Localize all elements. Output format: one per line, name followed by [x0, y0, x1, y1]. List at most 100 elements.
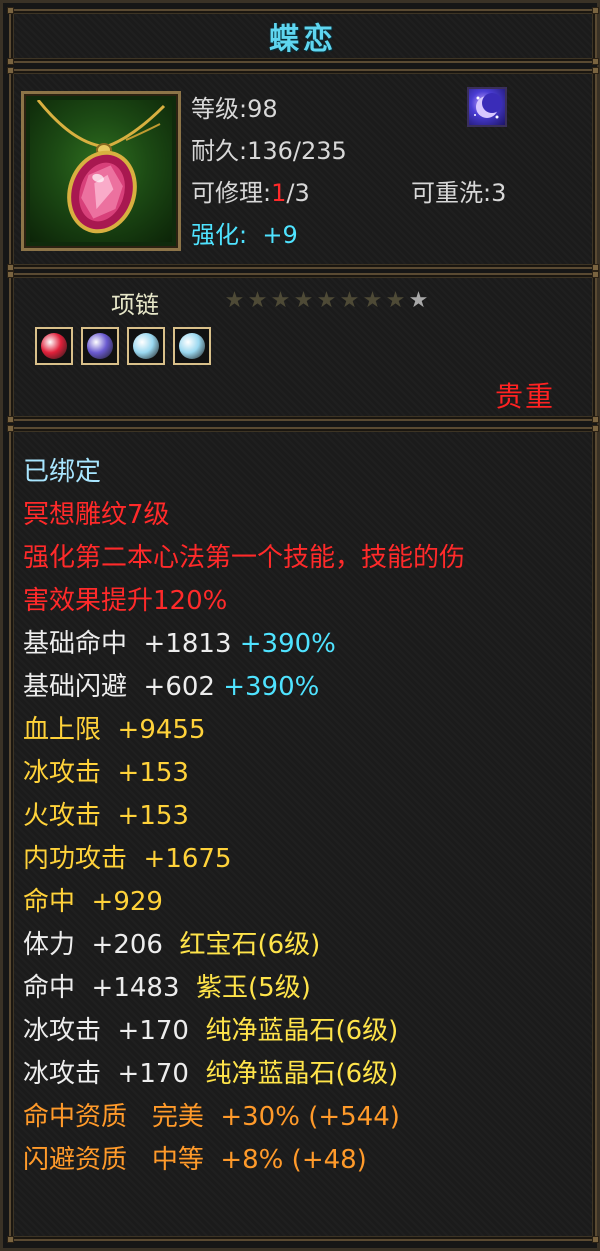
gem-stone [179, 333, 205, 359]
stat-value: +153 [117, 801, 189, 831]
rewash-row: 可重洗:3 [411, 179, 507, 207]
item-type: 项链 [111, 291, 159, 319]
star-icon: ★ [339, 288, 360, 313]
gem-stat-row: 体力 +206 红宝石(6级) [23, 924, 589, 967]
gem-stat-label: 冰攻击 [23, 1059, 102, 1089]
stat-label: 血上限 [23, 715, 102, 745]
rewash-label: 可重洗 [411, 179, 483, 207]
gem-stat-value: +206 [91, 930, 163, 960]
stat-row: 命中 +929 [23, 881, 589, 924]
level-row: 等级:98 [191, 95, 278, 123]
stat-row: 基础命中 +1813 +390% [23, 623, 589, 666]
gem-stat-value: +1483 [91, 973, 180, 1003]
blue-crystal-gem-icon[interactable] [127, 327, 165, 365]
effect-line-2: 害效果提升120% [23, 586, 228, 616]
level-label: 等级 [191, 95, 239, 123]
attributes-panel: 已绑定 冥想雕纹7级 强化第二本心法第一个技能，技能的伤 害效果提升120% 基… [7, 425, 599, 1243]
aptitude-grade: 完美 [151, 1102, 204, 1132]
gem-stat-value: +170 [117, 1059, 189, 1089]
repair-max: /3 [286, 179, 310, 207]
enhance-value: +9 [262, 221, 298, 249]
star-icon: ★ [247, 288, 268, 313]
aptitude-label: 闪避资质 [23, 1145, 128, 1175]
repair-row: 可修理:1/3 [191, 179, 310, 207]
stat-row: 火攻击 +153 [23, 795, 589, 838]
gem-stat-row: 冰攻击 +170 纯净蓝晶石(6级) [23, 1010, 589, 1053]
enhance-label: 强化: [191, 221, 248, 249]
gem-stat-label: 命中 [23, 973, 76, 1003]
stat-value: +153 [117, 758, 189, 788]
repair-current: 1 [271, 179, 287, 207]
gem-name: 红宝石(6级) [179, 930, 321, 960]
aptitude-row: 命中资质 完美 +30% (+544) [23, 1096, 589, 1139]
aptitude-label: 命中资质 [23, 1102, 128, 1132]
stat-label: 火攻击 [23, 801, 102, 831]
gem-sockets [35, 327, 211, 365]
aptitude-row: 闪避资质 中等 +8% (+48) [23, 1139, 589, 1182]
star-icon: ★ [316, 288, 337, 313]
stat-value: +9455 [117, 715, 206, 745]
stat-value: +1675 [143, 844, 232, 874]
durability-value: 136/235 [247, 137, 347, 165]
aptitude-pct: +8% [220, 1145, 284, 1175]
stat-value: +1813 [143, 629, 232, 659]
stat-value: +929 [91, 887, 163, 917]
rarity-label: 贵重 [495, 380, 556, 413]
gem-name: 紫玉(5级) [196, 973, 311, 1003]
rewash-value: 3 [491, 179, 507, 207]
star-rating: ★ ★ ★ ★ ★ ★ ★ ★ ★ [223, 289, 430, 313]
gem-stat-label: 体力 [23, 930, 76, 960]
star-icon: ★ [362, 288, 383, 313]
item-info-panel: 等级:98 耐久:136/235 可修理:1/3 可重洗:3 强化: +9 [7, 67, 599, 271]
type-panel: 项链 ★ ★ ★ ★ ★ ★ ★ ★ ★ 贵重 [7, 271, 599, 423]
stat-row: 冰攻击 +153 [23, 752, 589, 795]
engraving-line: 冥想雕纹7级 [23, 500, 170, 530]
gem-stat-row: 冰攻击 +170 纯净蓝晶石(6级) [23, 1053, 589, 1096]
aptitude-extra: (+48) [291, 1145, 367, 1175]
item-tooltip: 蝶恋 等级:98 耐久:136/235 可修理:1/3 可重洗:3 强化: +9… [0, 0, 600, 1251]
aptitude-pct: +30% [220, 1102, 300, 1132]
gem-stone [87, 333, 113, 359]
stat-label: 基础闪避 [23, 672, 128, 702]
star-icon: ★ [385, 288, 406, 313]
star-icon: ★ [293, 288, 314, 313]
item-name: 蝶恋 [269, 22, 337, 57]
repair-label: 可修理 [191, 179, 263, 207]
gem-stat-value: +170 [117, 1016, 189, 1046]
attribute-list: 已绑定 冥想雕纹7级 强化第二本心法第一个技能，技能的伤 害效果提升120% 基… [23, 451, 589, 1182]
gem-name: 纯净蓝晶石(6级) [205, 1059, 399, 1089]
bound-status: 已绑定 [23, 457, 102, 487]
gem-stat-label: 冰攻击 [23, 1016, 102, 1046]
stat-bonus: +390% [239, 629, 336, 659]
amethyst-gem-icon[interactable] [81, 327, 119, 365]
aptitude-extra: (+544) [308, 1102, 400, 1132]
stat-label: 命中 [23, 887, 76, 917]
title-bar: 蝶恋 [7, 7, 599, 65]
ruby-gem-icon[interactable] [35, 327, 73, 365]
aptitude-grade: 中等 [151, 1145, 204, 1175]
durability-row: 耐久:136/235 [191, 137, 347, 165]
gem-stone [133, 333, 159, 359]
stat-row: 基础闪避 +602 +390% [23, 666, 589, 709]
stat-row: 血上限 +9455 [23, 709, 589, 752]
stat-bonus: +390% [223, 672, 320, 702]
star-icon: ★ [270, 288, 291, 313]
stat-label: 冰攻击 [23, 758, 102, 788]
pendant-necklace-icon [30, 100, 172, 242]
moon-skill-icon[interactable] [467, 87, 507, 127]
enhance-row: 强化: +9 [191, 215, 298, 250]
blue-crystal-gem-icon[interactable] [173, 327, 211, 365]
star-icon: ★ [224, 288, 245, 313]
stat-value: +602 [143, 672, 215, 702]
stat-row: 内功攻击 +1675 [23, 838, 589, 881]
gem-name: 纯净蓝晶石(6级) [205, 1016, 399, 1046]
stat-label: 基础命中 [23, 629, 128, 659]
level-value: 98 [247, 95, 278, 123]
item-icon-frame[interactable] [21, 91, 181, 251]
stat-label: 内功攻击 [23, 844, 128, 874]
gem-stat-row: 命中 +1483 紫玉(5级) [23, 967, 589, 1010]
gem-stone [41, 333, 67, 359]
durability-label: 耐久 [191, 137, 239, 165]
effect-line-1: 强化第二本心法第一个技能，技能的伤 [23, 543, 466, 573]
star-icon: ★ [408, 288, 429, 313]
